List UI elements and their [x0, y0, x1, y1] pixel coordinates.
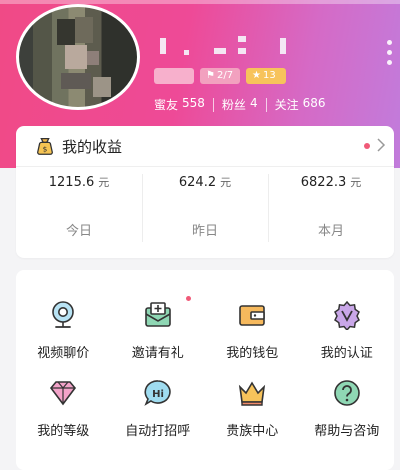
- avatar-mosaic: [19, 7, 137, 107]
- badge-row: ⚑ 2/7 ★ 13: [154, 68, 286, 84]
- wallet-icon: [239, 305, 266, 326]
- earnings-month[interactable]: 6822.3 元 本月: [268, 166, 394, 258]
- nickname-redacted: [158, 36, 298, 56]
- camera-icon: [52, 301, 75, 328]
- svg-text:Hi: Hi: [152, 389, 164, 400]
- hi-icon: Hi: [144, 380, 171, 406]
- menu-noble-center[interactable]: 贵族中心: [205, 362, 300, 454]
- social-stats: 蜜友 558 粉丝 4 关注 686: [146, 96, 334, 113]
- menu-wallet[interactable]: 我的钱包: [205, 270, 300, 362]
- feature-menu: 视频聊价 邀请有礼 我的钱包 我的认证 我的等级 Hi 自动打招呼 贵族中心 帮…: [16, 270, 394, 470]
- star-badge: ★ 13: [246, 68, 286, 84]
- rank-badge: ⚑ 2/7: [200, 68, 240, 84]
- menu-auto-greet[interactable]: Hi 自动打招呼: [111, 362, 206, 454]
- chevron-right-icon[interactable]: [376, 136, 386, 154]
- avatar[interactable]: [16, 4, 140, 110]
- menu-help[interactable]: 帮助与咨询: [300, 362, 395, 454]
- level-badge: [154, 68, 194, 84]
- menu-level[interactable]: 我的等级: [16, 362, 111, 454]
- svg-text:$: $: [43, 145, 48, 154]
- menu-video-chat[interactable]: 视频聊价: [16, 270, 111, 362]
- earnings-card: $ 我的收益 1215.6 元 今日 624.2 元 昨日 6822.3 元 本月: [16, 126, 394, 258]
- status-bar: [0, 0, 400, 4]
- stat-following[interactable]: 关注 686: [267, 96, 334, 113]
- invite-icon: [144, 302, 171, 327]
- star-icon: ★: [252, 70, 261, 81]
- earnings-title: 我的收益: [62, 138, 123, 156]
- crown-icon: [239, 381, 266, 406]
- money-bag-icon: $: [37, 138, 53, 155]
- stat-friends[interactable]: 蜜友 558: [146, 96, 213, 113]
- earnings-today[interactable]: 1215.6 元 今日: [16, 166, 142, 258]
- diamond-icon: [50, 381, 77, 406]
- earnings-yesterday[interactable]: 624.2 元 昨日: [142, 166, 268, 258]
- verify-icon: [333, 300, 360, 330]
- stat-followers[interactable]: 粉丝 4: [214, 96, 266, 113]
- menu-verify[interactable]: 我的认证: [300, 270, 395, 362]
- menu-invite[interactable]: 邀请有礼: [111, 270, 206, 362]
- earnings-stats: 1215.6 元 今日 624.2 元 昨日 6822.3 元 本月: [16, 166, 394, 258]
- flag-icon: ⚑: [206, 70, 215, 81]
- notification-dot: [364, 143, 370, 149]
- notification-dot: [186, 296, 191, 301]
- earnings-title-row[interactable]: $ 我的收益: [16, 126, 394, 167]
- more-icon[interactable]: [387, 40, 392, 65]
- help-icon: [333, 380, 360, 406]
